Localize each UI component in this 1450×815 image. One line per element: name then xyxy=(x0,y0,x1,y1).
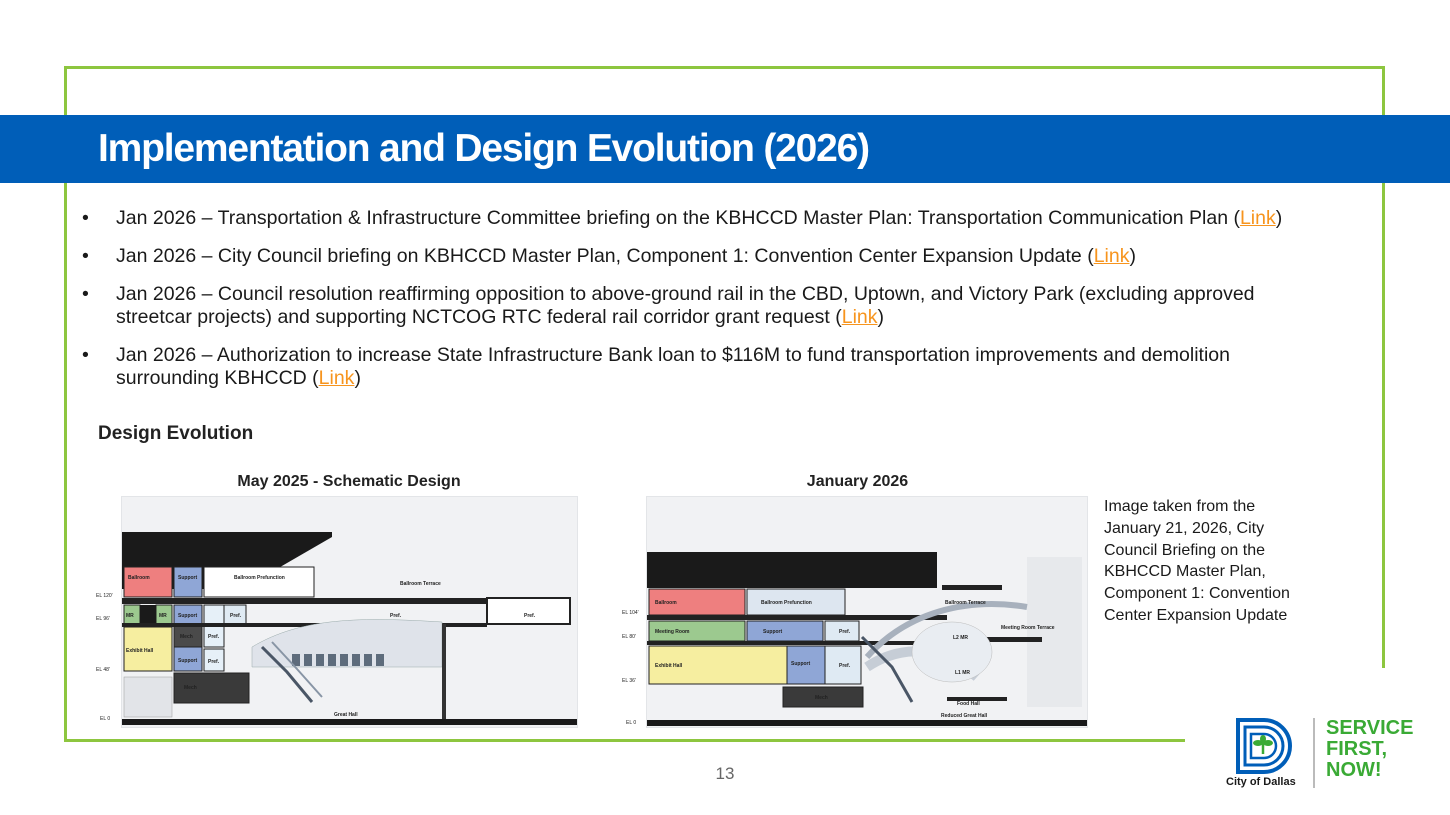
elevation-label: EL 80' xyxy=(622,634,636,640)
room-label: Support xyxy=(178,575,197,581)
diagram-title-schematic: May 2025 - Schematic Design xyxy=(237,473,461,490)
room-label: Ballroom xyxy=(128,575,150,581)
room-label: Ballroom xyxy=(655,600,677,606)
room-label: Pref. xyxy=(208,634,220,640)
room-label: MR xyxy=(159,613,167,619)
elevation-label: EL 36' xyxy=(622,678,636,684)
bullet-item: • Jan 2026 – Transportation & Infrastruct… xyxy=(78,207,1288,230)
room-label: Pref. xyxy=(839,663,851,669)
room-label: Support xyxy=(178,658,197,664)
bullet-tail: ) xyxy=(1275,207,1283,229)
bullet-text: Jan 2026 – City Council briefing on KBHC… xyxy=(116,245,1094,267)
bullet-list: • Jan 2026 – Transportation & Infrastruct… xyxy=(78,207,1288,405)
logo-city-name: City of Dallas xyxy=(1226,776,1296,788)
room-label: Pref. xyxy=(390,613,402,619)
city-logo: City of Dallas SERVICE FIRST, NOW! xyxy=(1220,714,1430,794)
diagram-january-section: Ballroom Ballroom Prefunction Ballroom T… xyxy=(646,496,1088,728)
bullet-item: • Jan 2026 – Authorization to increase St… xyxy=(78,344,1288,390)
bullet-marker: • xyxy=(82,344,89,366)
image-caption: Image taken from the January 21, 2026, C… xyxy=(1104,498,1290,624)
room-label: Meeting Room Terrace xyxy=(1001,625,1055,631)
bullet-text: Jan 2026 – Council resolution reaffirmin… xyxy=(116,283,1255,328)
room-label: L2 MR xyxy=(953,635,968,641)
logo-slogan: SERVICE FIRST, NOW! xyxy=(1326,717,1414,781)
room-label: L1 MR xyxy=(955,670,970,676)
room-label: Mech xyxy=(184,685,197,691)
room-label: MR xyxy=(126,613,134,619)
elevation-label: EL 48' xyxy=(96,667,110,673)
room-label: Exhibit Hall xyxy=(655,663,683,669)
bullet-marker: • xyxy=(82,283,89,305)
bullet-tail: ) xyxy=(354,367,361,389)
elevation-label: EL 0 xyxy=(626,720,637,726)
room-label: Pref. xyxy=(524,613,536,619)
elevation-label: EL 120' xyxy=(96,593,113,599)
page-number: 13 xyxy=(715,764,735,783)
elevation-label: EL 104' xyxy=(622,610,639,616)
room-label: Ballroom Prefunction xyxy=(761,600,812,606)
room-label: Ballroom Prefunction xyxy=(234,575,285,581)
room-label: Support xyxy=(763,629,782,635)
bullet-text: Jan 2026 – Authorization to increase Sta… xyxy=(116,344,1230,389)
bullet-link[interactable]: Link xyxy=(1240,207,1276,229)
elevation-label: EL 96' xyxy=(96,616,110,622)
slide-title: Implementation and Design Evolution (202… xyxy=(98,127,870,170)
room-label: Food Hall xyxy=(957,701,980,707)
room-label: Pref. xyxy=(208,659,220,665)
bullet-tail: ) xyxy=(877,306,885,328)
elevation-label: EL 0 xyxy=(100,716,111,722)
room-label: Exhibit Hall xyxy=(126,648,154,654)
room-label: Ballroom Terrace xyxy=(400,581,441,587)
bullet-link[interactable]: Link xyxy=(842,306,878,328)
room-label: Pref. xyxy=(230,613,242,619)
diagram-schematic-section: Ballroom Support Ballroom Prefunction Ba… xyxy=(121,496,578,728)
logo-separator xyxy=(1313,718,1315,788)
room-label: Ballroom Terrace xyxy=(945,600,986,606)
bullet-link[interactable]: Link xyxy=(319,367,355,389)
room-label: Support xyxy=(178,613,197,619)
room-label: Meeting Room xyxy=(655,629,690,635)
room-label: Mech xyxy=(180,634,193,640)
bullet-marker: • xyxy=(82,245,89,267)
bullet-tail: ) xyxy=(1129,245,1136,267)
dallas-d-icon xyxy=(1236,718,1292,774)
room-label: Pref. xyxy=(839,629,851,635)
design-evolution-heading: Design Evolution xyxy=(98,423,254,444)
diagram-title-january: January 2026 xyxy=(806,473,909,490)
room-label: Mech xyxy=(815,695,828,701)
room-label: Support xyxy=(791,661,810,667)
bullet-marker: • xyxy=(82,207,89,229)
bullet-item: • Jan 2026 – City Council briefing on KBH… xyxy=(78,245,1288,268)
room-label: Reduced Great Hall xyxy=(941,713,988,719)
slide-frame-bottom-edge xyxy=(64,739,1185,742)
bullet-link[interactable]: Link xyxy=(1094,245,1130,267)
bullet-item: • Jan 2026 – Council resolution reaffirmi… xyxy=(78,283,1288,329)
room-label: Great Hall xyxy=(334,712,358,718)
bullet-text: Jan 2026 – Transportation & Infrastructu… xyxy=(116,207,1240,229)
